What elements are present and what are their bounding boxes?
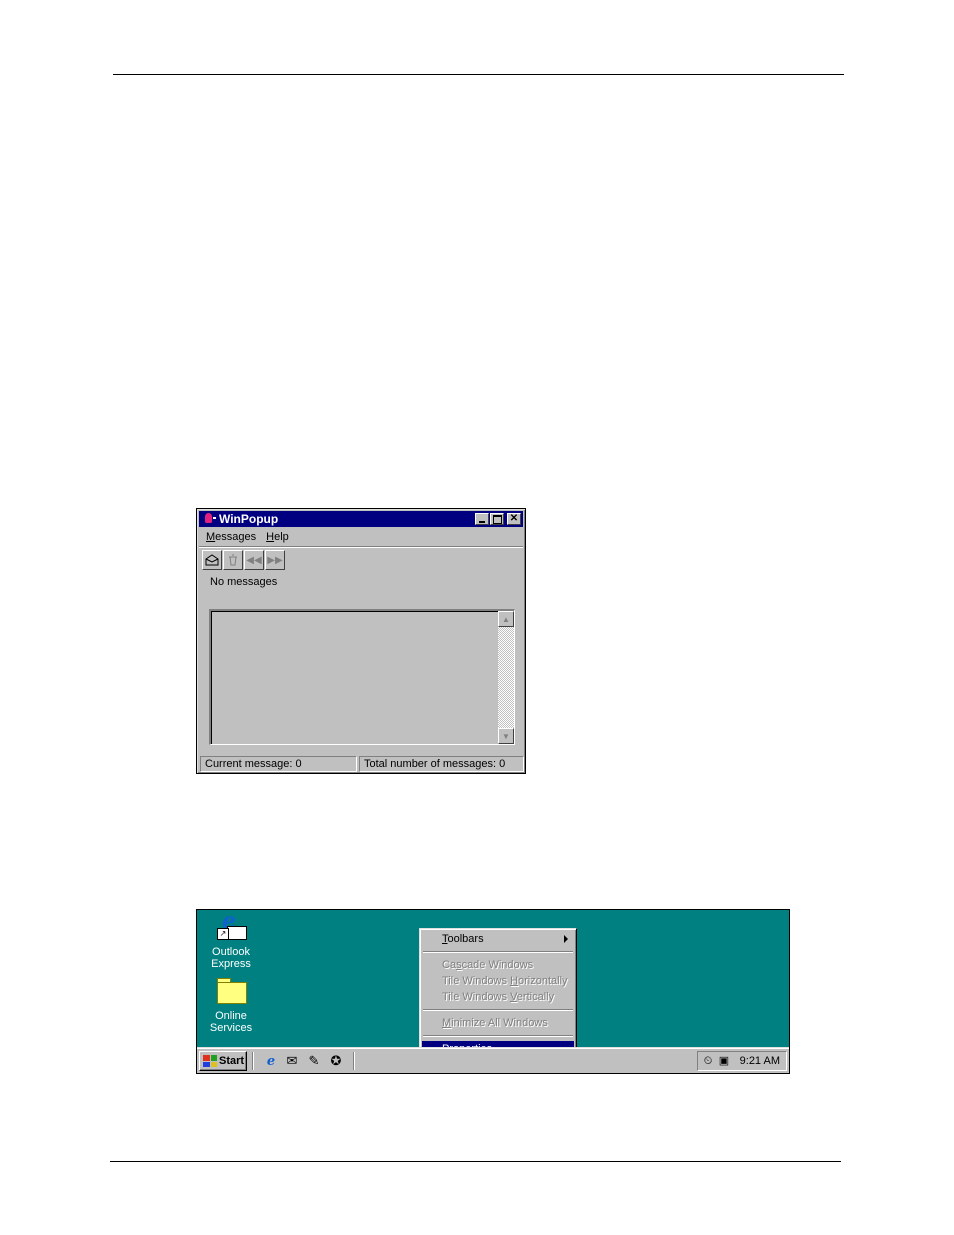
menu-bar: Messages Help [201, 529, 294, 545]
channels-icon[interactable]: ✪ [328, 1053, 344, 1069]
show-desktop-icon[interactable]: ✎ [306, 1053, 322, 1069]
previous-icon: ◀◀ [246, 554, 262, 566]
desktop-icon-label: Services [209, 1022, 253, 1034]
maximize-icon [492, 514, 502, 524]
display-icon[interactable]: ▣ [717, 1054, 731, 1068]
window-title: WinPopup [219, 512, 279, 526]
menu-messages[interactable]: Messages [201, 529, 261, 545]
message-area[interactable]: ▲ ▼ [209, 609, 515, 745]
folder-icon [215, 976, 247, 1008]
current-message-count: Current message: 0 [200, 756, 357, 772]
menu-separator [199, 546, 523, 548]
outlook-express-icon[interactable]: ✉ [284, 1053, 300, 1069]
desktop-icon-outlook-express[interactable]: e ↗ Outlook Express [197, 910, 265, 970]
windows-logo-icon [203, 1055, 217, 1067]
message-status: No messages [210, 576, 278, 588]
outlook-express-icon: e ↗ [215, 910, 247, 944]
menu-item-tile-vertically[interactable]: Tile Windows Vertically [422, 989, 574, 1005]
clock[interactable]: 9:21 AM [740, 1055, 780, 1067]
arrow-up-icon: ▲ [502, 614, 510, 624]
maximize-button[interactable] [490, 513, 504, 525]
status-bar: Current message: 0 Total number of messa… [200, 756, 524, 772]
arrow-down-icon: ▼ [502, 731, 510, 741]
taskbar-context-menu: Toolbars Cascade Windows Tile Windows Ho… [419, 928, 577, 1060]
envelope-icon [205, 554, 219, 566]
menu-help[interactable]: Help [261, 529, 294, 545]
menu-item-cascade-windows[interactable]: Cascade Windows [422, 957, 574, 973]
winpopup-icon [202, 512, 216, 526]
desktop: e ↗ Outlook Express Online Services Toolb… [196, 909, 790, 1074]
toolbar: ◀◀ ▶▶ [202, 550, 286, 570]
scroll-up-button[interactable]: ▲ [498, 611, 514, 627]
desktop-icon-label: Online [215, 1010, 247, 1022]
total-message-count: Total number of messages: 0 [359, 756, 524, 772]
new-message-button[interactable] [202, 550, 222, 570]
taskbar-divider [353, 1052, 355, 1070]
minimize-button[interactable] [475, 513, 489, 525]
vertical-scrollbar[interactable]: ▲ ▼ [498, 611, 514, 744]
taskbar: Start e ✉ ✎ ✪ ⏲ ▣ 9:21 AM [197, 1047, 789, 1073]
menu-item-minimize-all[interactable]: Minimize All Windows [422, 1015, 574, 1031]
taskbar-divider [252, 1052, 254, 1070]
delete-button[interactable] [223, 550, 243, 570]
submenu-arrow-icon [564, 935, 568, 943]
next-icon: ▶▶ [267, 554, 283, 566]
desktop-icon-online-services[interactable]: Online Services [197, 976, 265, 1034]
system-tray: ⏲ ▣ 9:21 AM [697, 1051, 787, 1071]
menu-item-toolbars[interactable]: Toolbars [422, 931, 574, 947]
start-button[interactable]: Start [199, 1051, 247, 1071]
next-button[interactable]: ▶▶ [265, 550, 285, 570]
scroll-down-button[interactable]: ▼ [498, 728, 514, 744]
desktop-icon-label: Outlook [212, 946, 250, 958]
menu-separator [423, 951, 573, 953]
desktop-icon-label: Express [211, 958, 251, 970]
minimize-icon [479, 520, 485, 523]
internet-explorer-icon[interactable]: e [263, 1053, 279, 1069]
close-icon: ✕ [509, 513, 519, 524]
title-bar[interactable]: WinPopup ✕ [199, 511, 523, 527]
close-button[interactable]: ✕ [507, 513, 521, 525]
scheduler-icon[interactable]: ⏲ [701, 1054, 715, 1068]
previous-button[interactable]: ◀◀ [244, 550, 264, 570]
trash-icon [229, 554, 237, 566]
menu-separator [423, 1035, 573, 1037]
menu-item-tile-horizontally[interactable]: Tile Windows Horizontally [422, 973, 574, 989]
menu-separator [423, 1009, 573, 1011]
footer-rule [110, 1161, 841, 1162]
header-rule [113, 74, 844, 75]
winpopup-window: WinPopup ✕ Messages Help ◀◀ ▶▶ No messag… [196, 508, 526, 774]
